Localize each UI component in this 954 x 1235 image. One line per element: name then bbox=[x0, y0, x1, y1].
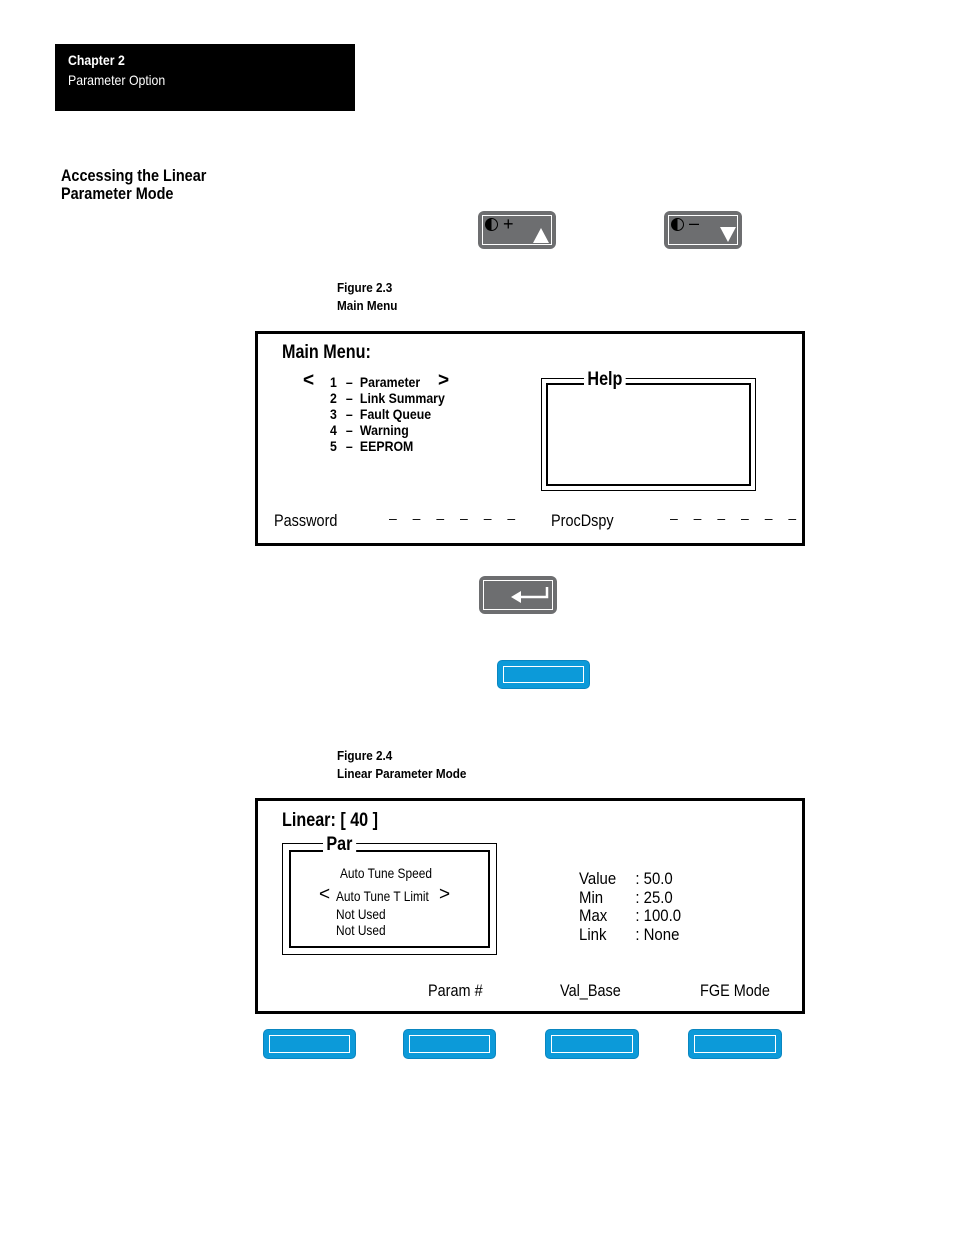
procdspy-field[interactable]: – – – – – – bbox=[670, 510, 802, 526]
menu-item-label: Fault Queue bbox=[359, 406, 432, 422]
minus-icon: – bbox=[689, 213, 700, 233]
min-row: Min : 25.0 bbox=[579, 887, 681, 908]
menu-item-dash: – bbox=[345, 390, 353, 406]
section-heading: Accessing the Linear Parameter Mode bbox=[61, 166, 207, 203]
key-border bbox=[409, 1035, 490, 1053]
menu-item-label: Parameter bbox=[359, 374, 421, 390]
display-title: Linear: [ 40 ] bbox=[282, 810, 379, 831]
linear-parameter-display: Linear: [ 40 ] Par Auto Tune Speed < Aut… bbox=[255, 798, 805, 1014]
field-value: : None bbox=[635, 924, 680, 944]
chapter-header: Chapter 2 Parameter Option bbox=[55, 44, 355, 111]
figure-2-4-caption: Figure 2.4 Linear Parameter Mode bbox=[337, 747, 466, 783]
max-row: Max : 100.0 bbox=[579, 906, 682, 926]
key-border bbox=[503, 666, 584, 683]
menu-item[interactable]: 1– Parameter bbox=[330, 374, 445, 390]
field-value: : 25.0 bbox=[635, 887, 673, 907]
contrast-icon bbox=[671, 218, 684, 231]
menu-item-number: 5 bbox=[330, 438, 337, 454]
figure-2-3-caption: Figure 2.3 Main Menu bbox=[337, 279, 397, 315]
par-item[interactable]: Auto Tune Speed bbox=[340, 865, 432, 881]
main-menu-display: Main Menu: < > 1– Parameter 2– Link Summar… bbox=[255, 331, 805, 546]
key-border bbox=[551, 1035, 633, 1053]
menu-item-number: 4 bbox=[330, 422, 337, 438]
display-title: Main Menu: bbox=[282, 342, 371, 363]
menu-item[interactable]: 3– Fault Queue bbox=[330, 406, 445, 422]
menu-item-dash: – bbox=[345, 406, 353, 422]
soft-key-1[interactable] bbox=[263, 1029, 356, 1059]
field-key: Link bbox=[579, 924, 607, 944]
softkey-label-val-base: Val_Base bbox=[560, 981, 621, 1000]
parameter-fields: Value : 50.0 Min : 25.0 Max : 100.0 Link : N… bbox=[579, 869, 695, 945]
procdspy-label: ProcDspy bbox=[551, 511, 614, 530]
scroll-right-arrow[interactable]: > bbox=[439, 884, 450, 906]
chapter-title: Parameter Option bbox=[68, 72, 166, 88]
help-box-inner bbox=[546, 383, 751, 486]
figure-title: Linear Parameter Mode bbox=[337, 766, 467, 781]
menu-item-dash: – bbox=[345, 374, 353, 390]
figure-title: Main Menu bbox=[337, 298, 398, 313]
increment-key[interactable]: + bbox=[478, 211, 556, 249]
softkey-label-param: Param # bbox=[428, 981, 483, 1000]
figure-number: Figure 2.3 bbox=[337, 280, 393, 295]
help-box: Help bbox=[541, 370, 756, 491]
password-field[interactable]: – – – – – – bbox=[389, 510, 521, 526]
value-row: Value : 50.0 bbox=[579, 869, 681, 889]
field-value: : 50.0 bbox=[635, 869, 673, 888]
plus-icon: + bbox=[503, 214, 514, 234]
menu-item-dash: – bbox=[345, 438, 353, 454]
menu-item[interactable]: 2– Link Summary bbox=[330, 390, 445, 406]
menu-item-label: EEPROM bbox=[359, 438, 414, 454]
softkey-label-fge-mode: FGE Mode bbox=[700, 981, 770, 1000]
key-border bbox=[694, 1035, 776, 1053]
down-triangle-icon bbox=[720, 227, 736, 242]
menu-list: 1– Parameter 2– Link Summary 3– Fault Queue… bbox=[330, 374, 460, 454]
menu-item-number: 1 bbox=[330, 374, 337, 390]
field-key: Value bbox=[579, 869, 617, 888]
menu-item-label: Warning bbox=[359, 422, 409, 438]
chapter-number: Chapter 2 bbox=[68, 52, 125, 68]
field-key: Min bbox=[579, 887, 604, 907]
password-label: Password bbox=[274, 511, 338, 530]
menu-item-dash: – bbox=[345, 422, 353, 438]
enter-arrow-icon bbox=[511, 587, 549, 603]
link-row: Link : None bbox=[579, 924, 681, 945]
soft-key-val-base[interactable] bbox=[545, 1029, 639, 1059]
field-key: Max bbox=[579, 906, 608, 925]
menu-item-number: 2 bbox=[330, 390, 337, 406]
par-box: Par Auto Tune Speed < Auto Tune T Limit … bbox=[282, 835, 497, 955]
par-label: Par bbox=[323, 835, 356, 855]
menu-item-number: 3 bbox=[330, 406, 337, 422]
par-item[interactable]: Not Used bbox=[336, 906, 386, 922]
par-item[interactable]: Not Used bbox=[336, 922, 386, 938]
field-value: : 100.0 bbox=[635, 906, 682, 925]
up-triangle-icon bbox=[533, 228, 549, 243]
key-border bbox=[269, 1035, 350, 1053]
menu-item[interactable]: 5– EEPROM bbox=[330, 438, 445, 454]
scroll-left-arrow[interactable]: < bbox=[319, 884, 330, 906]
decrement-key[interactable]: – bbox=[664, 211, 742, 249]
scroll-left-arrow[interactable]: < bbox=[303, 370, 314, 392]
soft-key-param[interactable] bbox=[403, 1029, 496, 1059]
par-item-selected[interactable]: Auto Tune T Limit bbox=[336, 888, 429, 904]
menu-item[interactable]: 4– Warning bbox=[330, 422, 445, 438]
enter-key[interactable] bbox=[479, 576, 557, 614]
soft-key[interactable] bbox=[497, 660, 590, 689]
contrast-icon bbox=[485, 218, 498, 231]
menu-item-label: Link Summary bbox=[359, 390, 445, 406]
figure-number: Figure 2.4 bbox=[337, 748, 393, 763]
soft-key-fge-mode[interactable] bbox=[688, 1029, 782, 1059]
help-label: Help bbox=[584, 370, 626, 390]
